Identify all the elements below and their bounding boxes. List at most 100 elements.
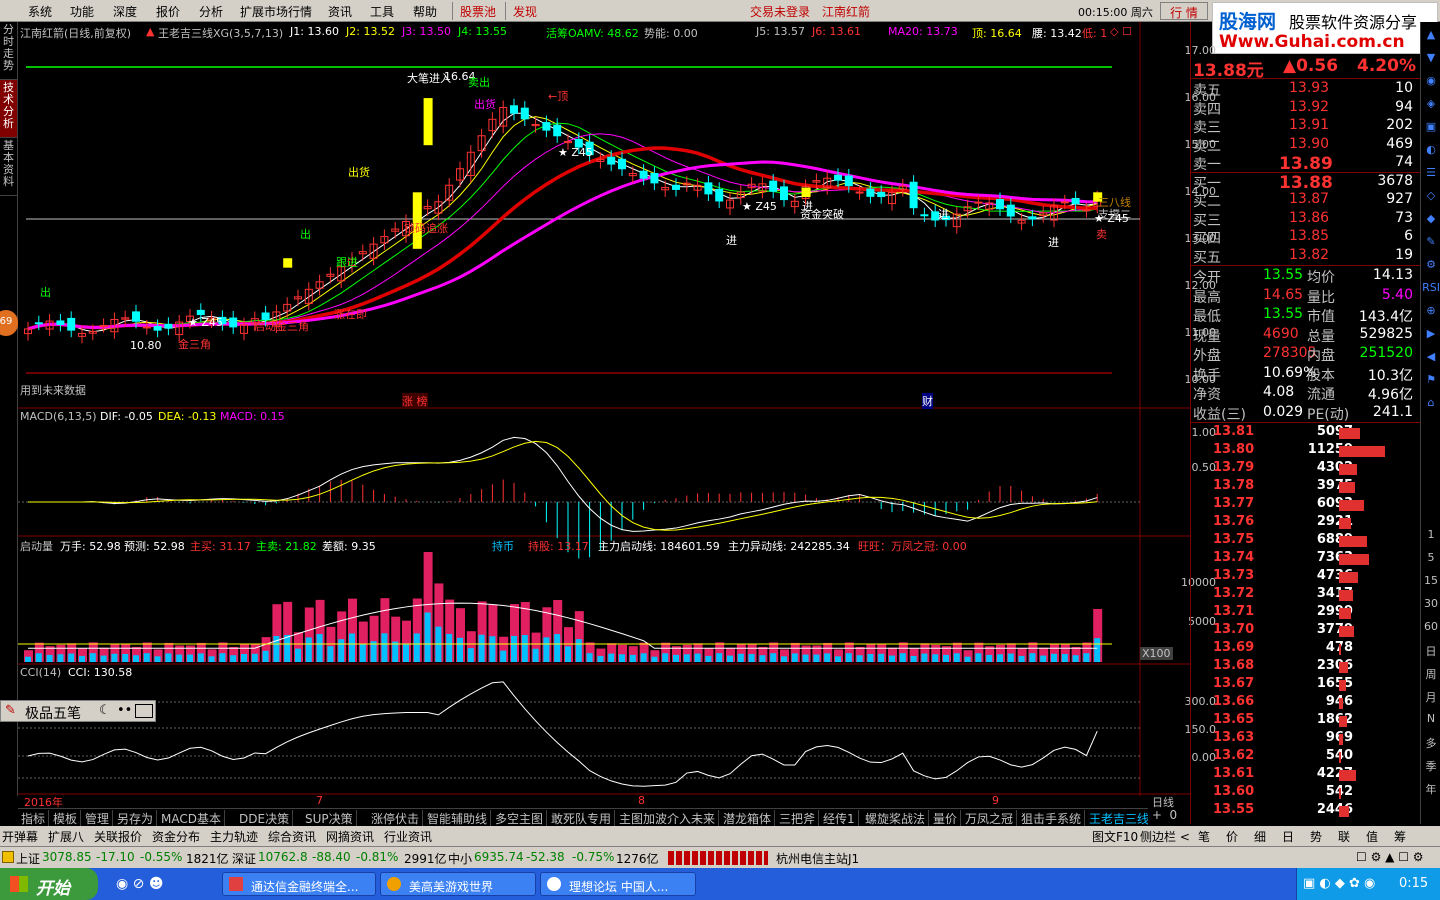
order-book-row[interactable]: 卖四 13.92 94 bbox=[1191, 99, 1421, 118]
tab-fundamentals[interactable]: 基本资料 bbox=[0, 138, 17, 196]
bottom-tab[interactable]: 行业资讯 bbox=[384, 828, 432, 845]
menu-quote[interactable]: 报价 bbox=[156, 3, 180, 20]
period-button[interactable]: 15 bbox=[1421, 574, 1440, 587]
order-book-row[interactable]: 买二 13.87 927 bbox=[1191, 191, 1421, 210]
period-button[interactable]: 年 bbox=[1421, 781, 1440, 797]
indicator-tab[interactable]: 敢死队专用 bbox=[548, 810, 616, 827]
order-book-row[interactable]: 卖一 13.89 74 bbox=[1191, 154, 1421, 174]
f10-tab[interactable]: 图文F10 bbox=[1092, 828, 1138, 845]
quicklaunch-icons[interactable]: ◉ ⊘ ☻ bbox=[116, 876, 163, 892]
indicator-tab[interactable]: 另存为 bbox=[114, 810, 158, 827]
moon-icon[interactable]: ☾ bbox=[99, 703, 111, 718]
detail-tab[interactable]: 笔 bbox=[1198, 828, 1210, 845]
bottom-tab[interactable]: 综合资讯 bbox=[268, 828, 316, 845]
toolbar-icon[interactable]: ◈ bbox=[1421, 97, 1440, 110]
tick-row[interactable]: 13.74 7363 bbox=[1191, 550, 1421, 568]
indicator-tab[interactable]: DDE决策 bbox=[236, 810, 294, 827]
sidebar-toggle[interactable]: 侧边栏 < bbox=[1140, 828, 1190, 845]
indicator-name[interactable]: 王老吉三线XG(3,5,7,13) bbox=[158, 25, 283, 41]
order-book-row[interactable]: 卖二 13.90 469 bbox=[1191, 136, 1421, 155]
start-button[interactable]: 开始 bbox=[0, 868, 98, 900]
tick-row[interactable]: 13.79 4302 bbox=[1191, 460, 1421, 478]
tab-technical[interactable]: 技术分析 bbox=[0, 80, 17, 138]
tick-row[interactable]: 13.67 1655 bbox=[1191, 676, 1421, 694]
toolbar-icon[interactable]: ▶ bbox=[1421, 327, 1440, 340]
order-book-row[interactable]: 买三 13.86 73 bbox=[1191, 210, 1421, 229]
tick-row[interactable]: 13.60 542 bbox=[1191, 784, 1421, 802]
menu-depth[interactable]: 深度 bbox=[113, 3, 137, 20]
volume-title[interactable]: 启动量 bbox=[20, 538, 53, 554]
menu-function[interactable]: 功能 bbox=[70, 3, 94, 20]
period-button[interactable]: 多 bbox=[1421, 735, 1440, 751]
detail-tab[interactable]: 细 bbox=[1254, 828, 1266, 845]
order-book-row[interactable]: 买五 13.82 19 bbox=[1191, 247, 1421, 266]
toolbar-icon[interactable]: ◇ bbox=[1421, 189, 1440, 202]
order-book-row[interactable]: 买四 13.85 6 bbox=[1191, 228, 1421, 247]
task-tdx[interactable]: 通达信金融终端全... bbox=[222, 872, 376, 896]
bottom-tab[interactable]: 开弹幕 bbox=[2, 828, 38, 845]
indicator-tab[interactable]: 多空主图 bbox=[492, 810, 548, 827]
menu-tools[interactable]: 工具 bbox=[370, 3, 394, 20]
tick-row[interactable]: 13.61 4227 bbox=[1191, 766, 1421, 784]
indicator-tab[interactable]: SUP决策 bbox=[302, 810, 357, 827]
tick-row[interactable]: 13.71 2999 bbox=[1191, 604, 1421, 622]
bottom-tab[interactable]: 扩展八 bbox=[48, 828, 84, 845]
order-book-row[interactable]: 买一 13.88 3678 bbox=[1191, 173, 1421, 193]
indicator-tab[interactable]: 万凤之冠 bbox=[962, 810, 1018, 827]
detail-tab[interactable]: 筹 bbox=[1394, 828, 1406, 845]
tab-intraday[interactable]: 分时走势 bbox=[0, 22, 17, 80]
toolbar-icon[interactable]: ⊕ bbox=[1421, 304, 1440, 317]
menu-stock-pool[interactable]: 股票池 bbox=[460, 3, 496, 20]
order-book-row[interactable]: 卖五 13.93 10 bbox=[1191, 80, 1421, 99]
bottom-tab[interactable]: 资金分布 bbox=[152, 828, 200, 845]
indicator-tab[interactable]: 涨停伏击 bbox=[368, 810, 424, 827]
quote-button[interactable]: 行 情 bbox=[1160, 2, 1208, 20]
toolbar-icon[interactable]: ⚙ bbox=[1421, 258, 1440, 271]
tick-row[interactable]: 13.70 3779 bbox=[1191, 622, 1421, 640]
menu-help[interactable]: 帮助 bbox=[413, 3, 437, 20]
market-icon[interactable] bbox=[2, 851, 14, 863]
detail-tab[interactable]: 价 bbox=[1226, 828, 1238, 845]
side-badge[interactable]: 69 bbox=[0, 310, 18, 336]
menu-news[interactable]: 资讯 bbox=[328, 3, 352, 20]
indicator-tab[interactable]: 三把斧 bbox=[776, 810, 820, 827]
toolbar-icon[interactable]: ▣ bbox=[1421, 120, 1440, 133]
toolbar-icon[interactable]: RSI bbox=[1421, 281, 1440, 294]
tray-icons[interactable]: ▣ ◐ ◆ ✿ ◉ bbox=[1303, 876, 1375, 891]
period-button[interactable]: 5 bbox=[1421, 551, 1440, 564]
tick-row[interactable]: 13.68 2306 bbox=[1191, 658, 1421, 676]
cci-title[interactable]: CCI(14) bbox=[20, 666, 61, 679]
bottom-tab[interactable]: 主力轨迹 bbox=[210, 828, 258, 845]
tick-row[interactable]: 13.76 2921 bbox=[1191, 514, 1421, 532]
annotation[interactable]: 涨 榜 bbox=[402, 393, 428, 409]
period-button[interactable]: 日 bbox=[1421, 643, 1440, 659]
macd-title[interactable]: MACD(6,13,5) bbox=[20, 410, 97, 423]
period-button[interactable]: 周 bbox=[1421, 666, 1440, 682]
tick-row[interactable]: 13.72 3417 bbox=[1191, 586, 1421, 604]
bottom-tab[interactable]: 网摘资讯 bbox=[326, 828, 374, 845]
order-book-row[interactable]: 卖三 13.91 202 bbox=[1191, 117, 1421, 136]
detail-tab[interactable]: 值 bbox=[1366, 828, 1378, 845]
period-button[interactable]: 季 bbox=[1421, 758, 1440, 774]
indicator-tab[interactable]: 量价 bbox=[930, 810, 962, 827]
toolbar-icon[interactable]: ⌂ bbox=[1421, 396, 1440, 409]
tick-row[interactable]: 13.63 969 bbox=[1191, 730, 1421, 748]
punct-icon[interactable]: •• bbox=[117, 703, 132, 718]
menu-analysis[interactable]: 分析 bbox=[199, 3, 223, 20]
status-icons[interactable]: ☐ ⚙ ▲ ☐ ⚙ bbox=[1356, 850, 1424, 864]
toolbar-icon[interactable]: ◐ bbox=[1421, 143, 1440, 156]
tick-row[interactable]: 13.80 11259 bbox=[1191, 442, 1421, 460]
tick-row[interactable]: 13.75 6889 bbox=[1191, 532, 1421, 550]
tick-row[interactable]: 13.69 478 bbox=[1191, 640, 1421, 658]
task-game[interactable]: 美高美游戏世界 bbox=[380, 872, 536, 896]
period-button[interactable]: 1 bbox=[1421, 528, 1440, 541]
period-button[interactable]: 30 bbox=[1421, 597, 1440, 610]
annotation[interactable]: 财 bbox=[922, 393, 933, 409]
tick-row[interactable]: 13.81 5097 bbox=[1191, 424, 1421, 442]
login-status[interactable]: 交易未登录 bbox=[750, 3, 810, 20]
server-name[interactable]: 杭州电信主站J1 bbox=[776, 850, 859, 867]
tick-row[interactable]: 13.78 3975 bbox=[1191, 478, 1421, 496]
toolbar-icon[interactable]: ◉ bbox=[1421, 74, 1440, 87]
chart-area[interactable]: 江南红箭(日线,前复权) ▲ 王老吉三线XG(3,5,7,13) J1: 13.… bbox=[0, 22, 1216, 809]
menu-extended-market[interactable]: 扩展市场行情 bbox=[240, 3, 312, 20]
